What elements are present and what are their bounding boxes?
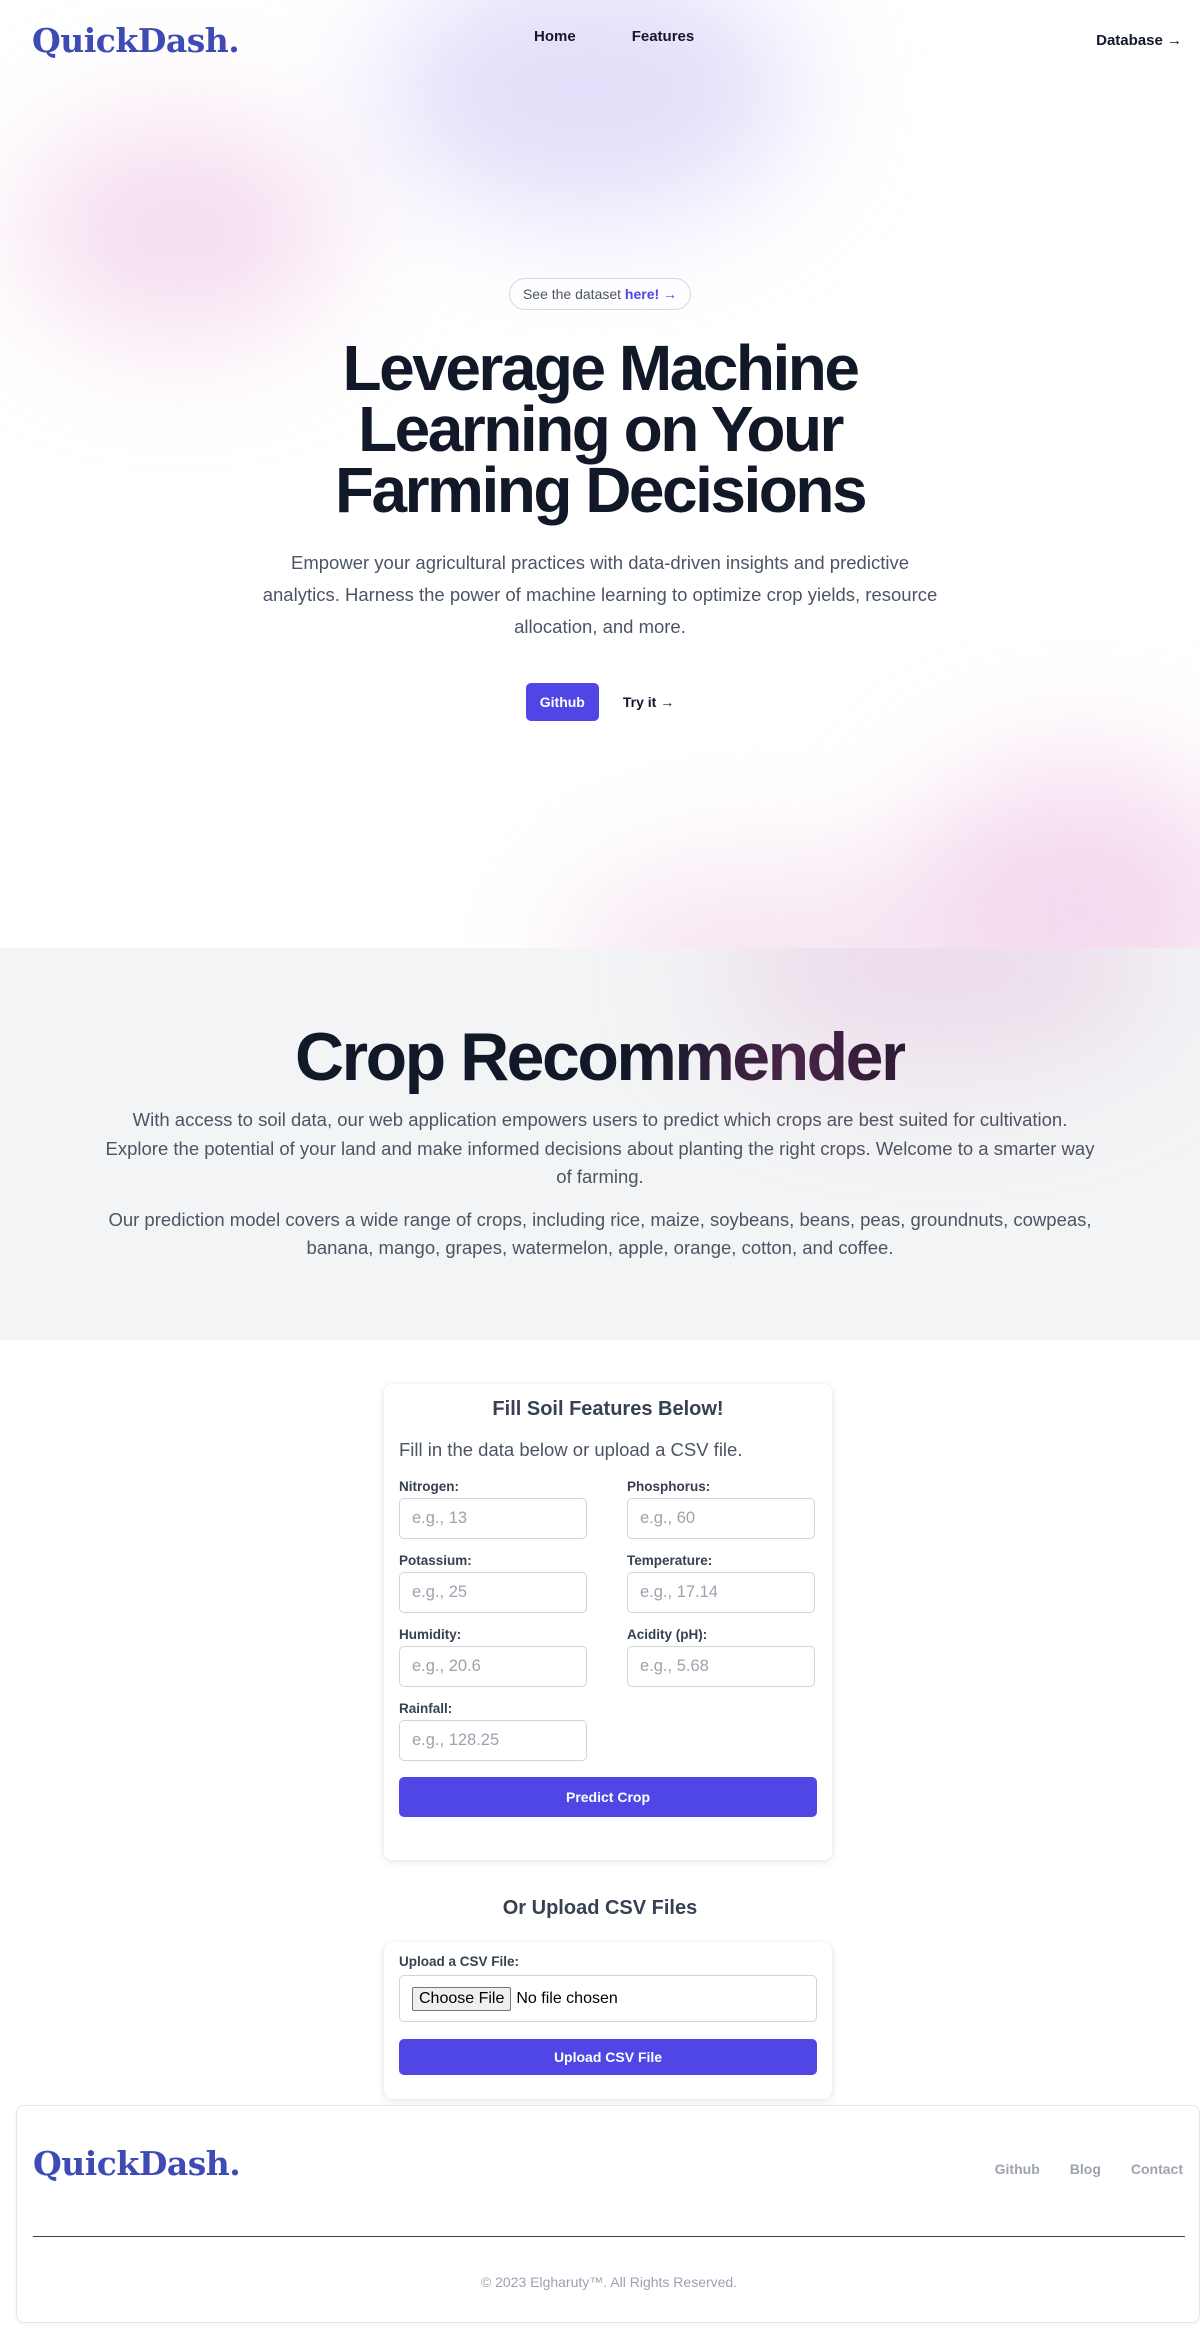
form-subtitle: Fill in the data below or upload a CSV f… (399, 1439, 743, 1460)
potassium-input[interactable] (399, 1572, 587, 1613)
pill-text: See the dataset (522, 286, 622, 302)
acidity-input[interactable] (627, 1646, 815, 1687)
soil-features-card: Fill Soil Features Below! Fill in the da… (384, 1384, 832, 1860)
footer-logo[interactable]: QuickDash. (33, 2144, 241, 2183)
field-label: Phosphorus: (627, 1479, 711, 1494)
hero-section: QuickDash. Home Features Database → See … (0, 0, 1200, 948)
footer-link-github[interactable]: Github (995, 2161, 1040, 2177)
choose-file-button[interactable]: Choose File (412, 1986, 512, 2011)
nitrogen-input[interactable] (399, 1498, 587, 1539)
fields-grid: Nitrogen: Phosphorus: Potassium: Tempera… (399, 1479, 817, 1761)
csv-upload-card: Upload a CSV File: Choose File No file c… (384, 1942, 832, 2099)
field-label: Humidity: (399, 1627, 462, 1642)
field-nitrogen: Nitrogen: (399, 1479, 587, 1539)
crops-list-paragraph: Our prediction model covers a wide range… (108, 1208, 1092, 1259)
form-title: Fill Soil Features Below! (492, 1398, 724, 1420)
footer: QuickDash. Github Blog Contact © 2023 El… (16, 2105, 1200, 2323)
humidity-input[interactable] (399, 1646, 587, 1687)
footer-link-contact[interactable]: Contact (1131, 2161, 1183, 2177)
upload-label: Upload a CSV File: (399, 1954, 520, 1969)
field-label: Potassium: (399, 1553, 472, 1568)
dataset-pill: See the dataset here! → (508, 278, 692, 310)
field-label: Temperature: (627, 1553, 713, 1568)
nav-link-home[interactable]: Home (534, 28, 576, 45)
rainfall-input[interactable] (399, 1720, 587, 1761)
upload-csv-button[interactable]: Upload CSV File (399, 2039, 817, 2075)
form-area: Fill Soil Features Below! Fill in the da… (0, 1340, 1200, 2105)
try-it-link[interactable]: Try it → (623, 694, 674, 710)
copyright: © 2023 Elgharuty™. All Rights Reserved. (480, 2274, 738, 2290)
hero-description: Empower your agricultural practices with… (262, 552, 938, 637)
phosphorus-input[interactable] (627, 1498, 815, 1539)
field-potassium: Potassium: (399, 1553, 587, 1613)
field-phosphorus: Phosphorus: (627, 1479, 815, 1539)
hero-actions: Github Try it → (0, 683, 1200, 721)
nav-links: Home Features (534, 28, 694, 45)
field-humidity: Humidity: (399, 1627, 587, 1687)
section-title: Crop Recommender (295, 948, 907, 1094)
file-status: No file chosen (516, 1989, 618, 2007)
file-input[interactable]: Choose File No file chosen (399, 1975, 817, 2022)
hero-title: Leverage Machine Learning on Your Farmin… (334, 332, 868, 526)
top-navbar: QuickDash. Home Features Database → (0, 0, 1200, 80)
field-label: Nitrogen: (399, 1479, 459, 1494)
section-paragraph: With access to soil data, our web applic… (105, 1109, 1095, 1187)
logo[interactable]: QuickDash. (32, 21, 240, 60)
nav-link-database[interactable]: Database → (1096, 32, 1182, 49)
footer-links: Github Blog Contact (995, 2161, 1183, 2177)
crop-recommender-section: Crop Recommender With access to soil dat… (0, 948, 1200, 1340)
footer-link-blog[interactable]: Blog (1070, 2161, 1101, 2177)
nav-link-features[interactable]: Features (632, 28, 695, 45)
footer-divider (33, 2236, 1185, 2237)
hero-content: See the dataset here! → Leverage Machine… (0, 278, 1200, 721)
predict-crop-button[interactable]: Predict Crop (399, 1777, 817, 1817)
field-rainfall: Rainfall: (399, 1701, 587, 1761)
temperature-input[interactable] (627, 1572, 815, 1613)
github-button[interactable]: Github (525, 683, 599, 721)
upload-heading: Or Upload CSV Files (502, 1897, 698, 1919)
dataset-link[interactable]: here! → (625, 286, 677, 302)
field-label: Acidity (pH): (627, 1627, 708, 1642)
field-acidity: Acidity (pH): (627, 1627, 815, 1687)
field-temperature: Temperature: (627, 1553, 815, 1613)
field-label: Rainfall: (399, 1701, 453, 1716)
